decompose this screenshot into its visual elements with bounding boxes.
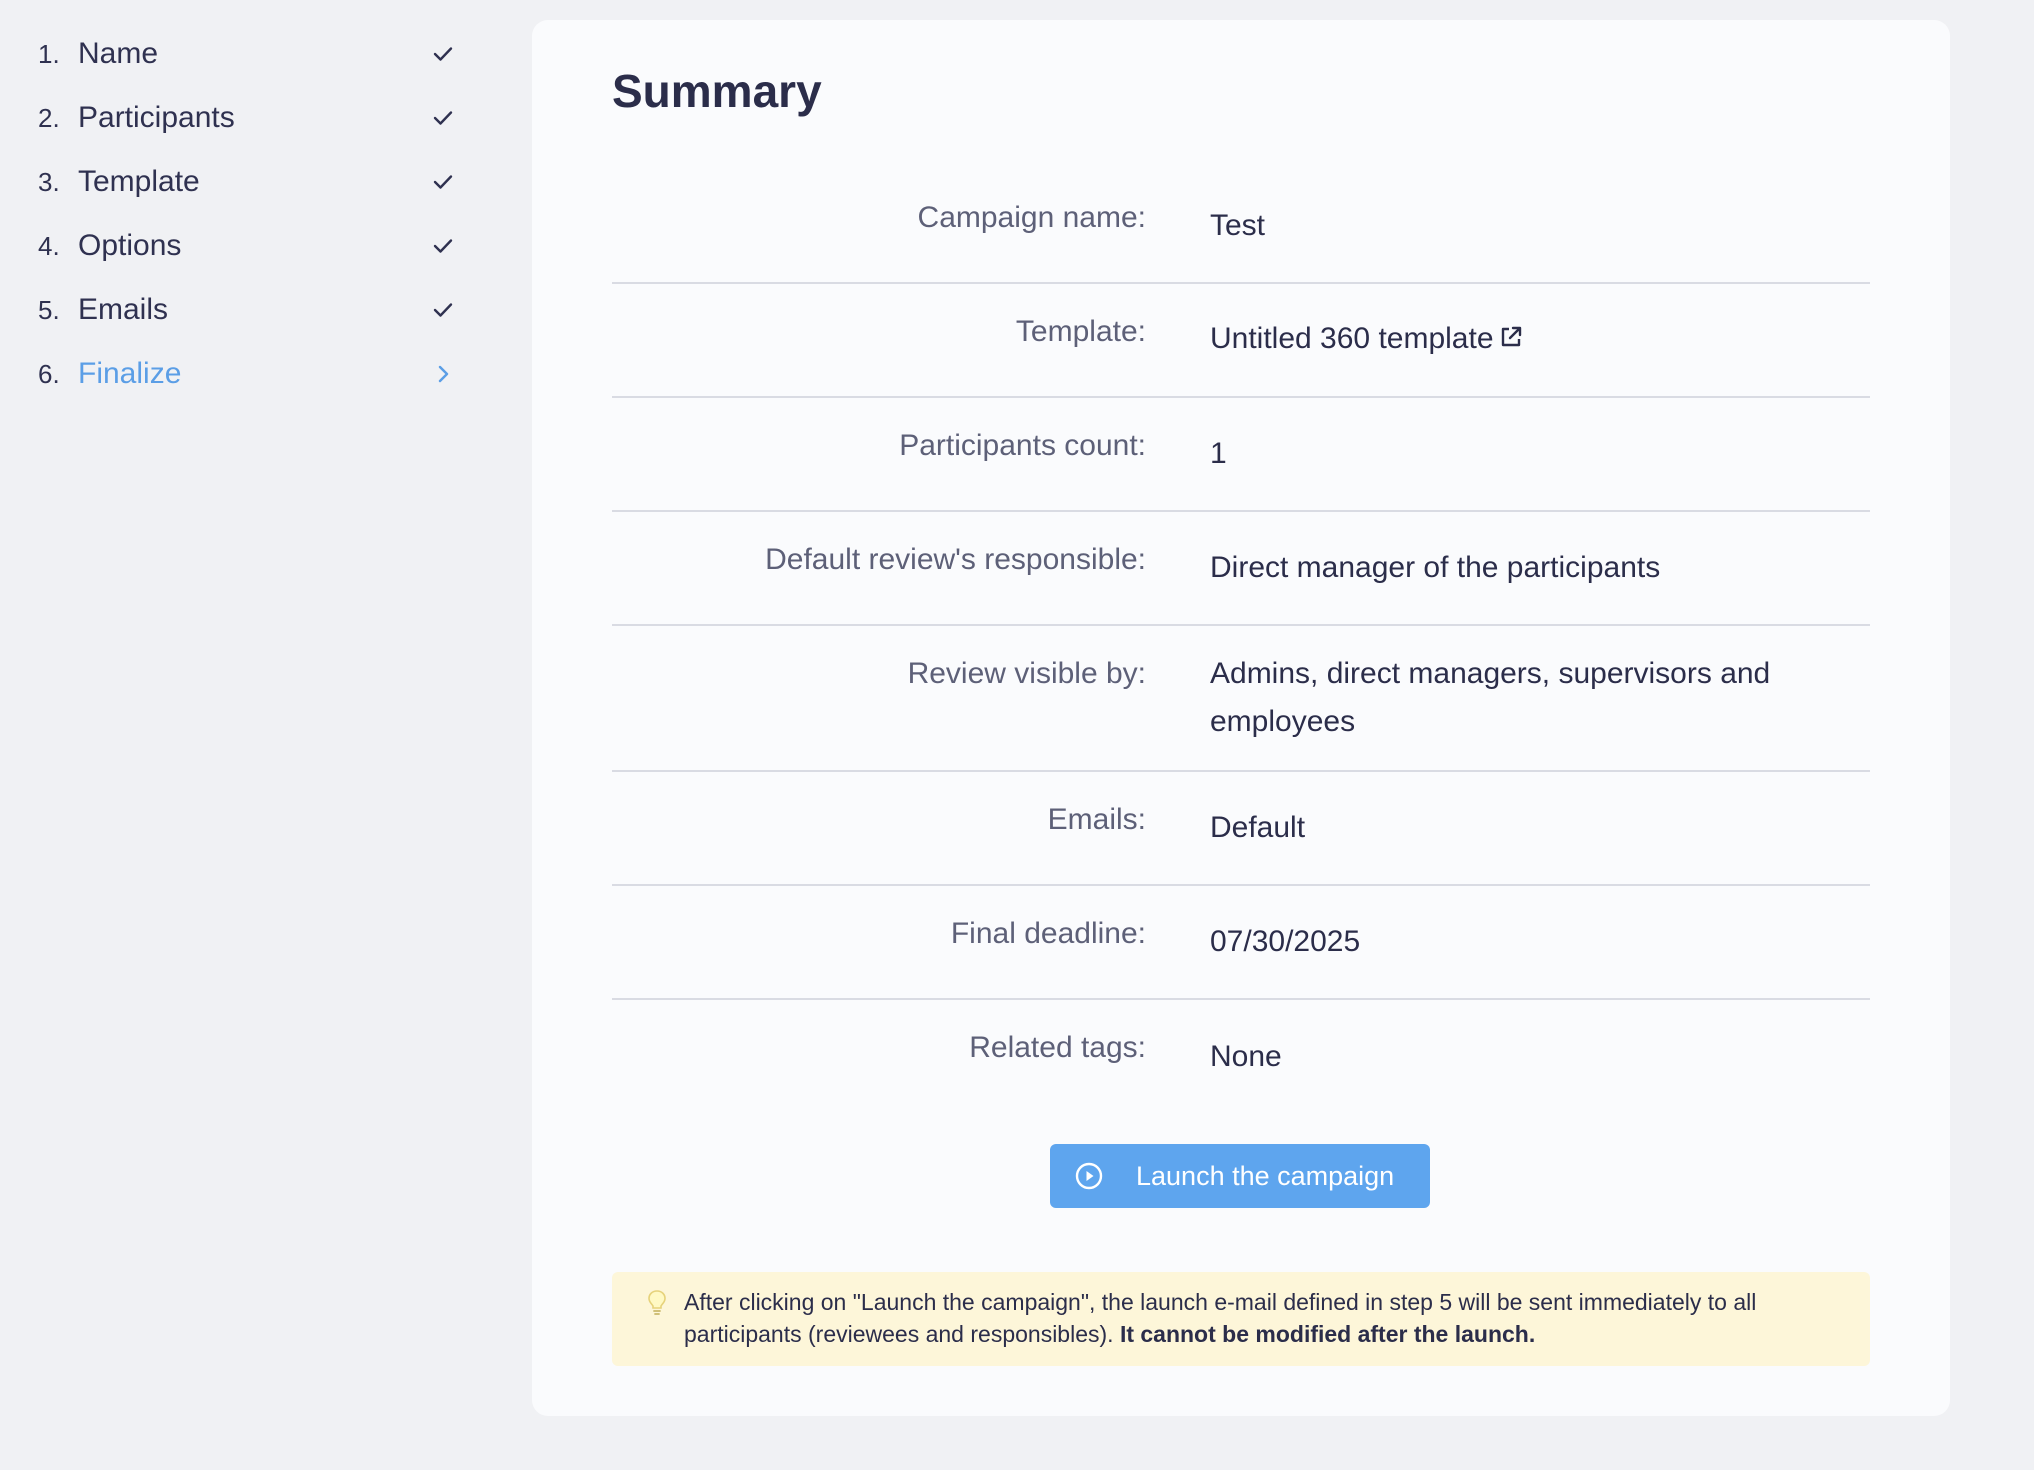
step-label: Finalize: [78, 357, 182, 390]
step-number: 5.: [38, 294, 60, 325]
row-value: 1: [1210, 437, 1227, 470]
row-label: Related tags:: [969, 1031, 1146, 1064]
summary-row-template: Template: Untitled 360 template: [612, 284, 1870, 398]
chevron-right-icon: [428, 359, 458, 389]
step-number: 2.: [38, 102, 60, 133]
step-label: Emails: [78, 293, 169, 326]
step-options[interactable]: 4. Options: [38, 214, 462, 278]
row-value: Test: [1210, 209, 1266, 242]
step-label: Options: [78, 229, 182, 262]
step-participants[interactable]: 2. Participants: [38, 86, 462, 150]
row-label: Review visible by:: [907, 657, 1146, 690]
summary-row-review-visible-by: Review visible by: Admins, direct manage…: [612, 626, 1870, 772]
summary-row-campaign-name: Campaign name: Test: [612, 170, 1870, 284]
step-number: 4.: [38, 230, 60, 261]
row-label: Template:: [1015, 315, 1146, 348]
wizard-steps: 1. Name 2. Participants 3. Template 4. O…: [38, 22, 462, 406]
row-label: Campaign name:: [917, 201, 1146, 234]
step-label: Participants: [78, 101, 235, 134]
row-label: Participants count:: [899, 429, 1146, 462]
row-value: Direct manager of the participants: [1210, 551, 1661, 584]
step-number: 1.: [38, 38, 60, 69]
summary-row-default-responsible: Default review's responsible: Direct man…: [612, 512, 1870, 626]
row-label: Default review's responsible:: [765, 543, 1146, 576]
row-label: Emails:: [1047, 803, 1146, 836]
step-finalize[interactable]: 6. Finalize: [38, 342, 462, 406]
check-icon: [428, 231, 458, 261]
summary-row-final-deadline: Final deadline: 07/30/2025: [612, 886, 1870, 1000]
summary-card: Summary Campaign name: Test Template: Un…: [532, 20, 1950, 1416]
step-template[interactable]: 3. Template: [38, 150, 462, 214]
summary-row-participants-count: Participants count: 1: [612, 398, 1870, 512]
launch-campaign-label: Launch the campaign: [1136, 1160, 1395, 1191]
row-value: Admins, direct managers, supervisors and…: [1210, 657, 1771, 738]
row-value: 07/30/2025: [1210, 925, 1361, 958]
row-value: Untitled 360 template: [1210, 315, 1870, 364]
notice-text: After clicking on "Launch the campaign",…: [684, 1286, 1836, 1350]
step-label: Name: [78, 37, 159, 70]
step-emails[interactable]: 5. Emails: [38, 278, 462, 342]
notice-emphasis: It cannot be modified after the launch.: [1119, 1321, 1536, 1347]
check-icon: [428, 103, 458, 133]
play-circle-icon: [1074, 1161, 1104, 1191]
step-number: 6.: [38, 358, 60, 389]
check-icon: [428, 295, 458, 325]
row-value: None: [1210, 1040, 1282, 1073]
check-icon: [428, 167, 458, 197]
step-label: Template: [78, 165, 200, 198]
row-value: Default: [1210, 811, 1306, 844]
launch-campaign-button[interactable]: Launch the campaign: [1050, 1144, 1430, 1208]
template-link[interactable]: Untitled 360 template: [1210, 322, 1524, 355]
summary-row-emails: Emails: Default: [612, 772, 1870, 886]
page-title: Summary: [612, 65, 822, 117]
launch-warning-notice: After clicking on "Launch the campaign",…: [612, 1272, 1870, 1366]
summary-table: Campaign name: Test Template: Untitled 3…: [612, 170, 1870, 1114]
step-number: 3.: [38, 166, 60, 197]
lightbulb-icon: [646, 1288, 668, 1323]
row-label: Final deadline:: [950, 917, 1146, 950]
summary-row-related-tags: Related tags: None: [612, 1000, 1870, 1114]
template-link-label: Untitled 360 template: [1210, 322, 1494, 356]
external-link-icon: [1498, 317, 1524, 365]
step-name[interactable]: 1. Name: [38, 22, 462, 86]
page: 1. Name 2. Participants 3. Template 4. O…: [0, 0, 2034, 1470]
check-icon: [428, 39, 458, 69]
